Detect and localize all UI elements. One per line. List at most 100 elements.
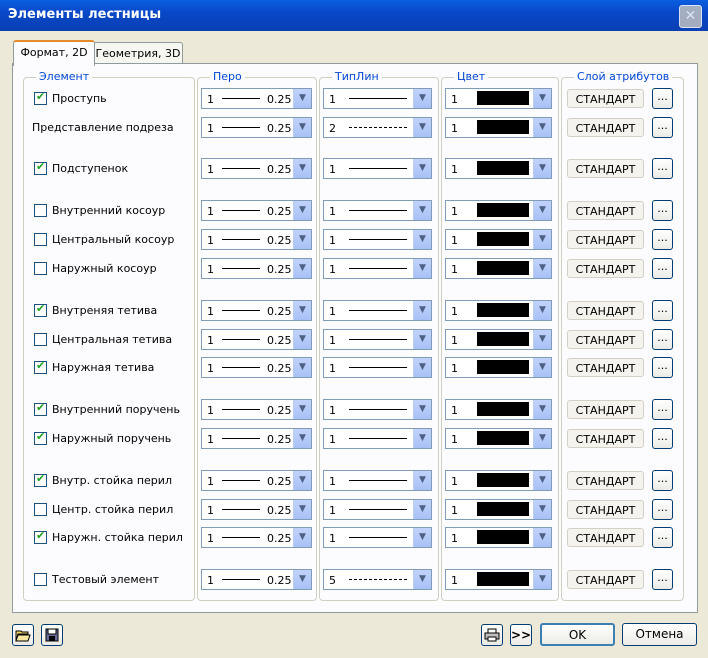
layer-button[interactable]: СТАНДАРТ (567, 570, 644, 589)
chevron-down-icon[interactable]: ▼ (293, 471, 311, 490)
linetype-select[interactable]: 5 ▼ (323, 569, 432, 590)
color-select[interactable]: 1 ▼ (445, 158, 552, 179)
element-checkbox[interactable] (34, 90, 47, 105)
pen-select[interactable]: 1 0.25 ▼ (201, 300, 312, 321)
browse-button[interactable]: ... (652, 357, 673, 378)
linetype-select[interactable]: 1 ▼ (323, 399, 432, 420)
linetype-select[interactable]: 1 ▼ (323, 470, 432, 491)
element-checkbox[interactable] (34, 160, 47, 175)
element-checkbox[interactable] (34, 302, 47, 317)
chevron-down-icon[interactable]: ▼ (533, 570, 551, 589)
pen-select[interactable]: 1 0.25 ▼ (201, 158, 312, 179)
linetype-select[interactable]: 1 ▼ (323, 527, 432, 548)
browse-button[interactable]: ... (652, 117, 673, 138)
chevron-down-icon[interactable]: ▼ (413, 301, 431, 320)
chevron-down-icon[interactable]: ▼ (533, 330, 551, 349)
chevron-down-icon[interactable]: ▼ (413, 570, 431, 589)
browse-button[interactable]: ... (652, 569, 673, 590)
element-checkbox[interactable] (34, 204, 47, 217)
chevron-down-icon[interactable]: ▼ (293, 118, 311, 137)
browse-button[interactable]: ... (652, 158, 673, 179)
linetype-select[interactable]: 1 ▼ (323, 428, 432, 449)
browse-button[interactable]: ... (652, 258, 673, 279)
layer-button[interactable]: СТАНДАРТ (567, 528, 644, 547)
color-select[interactable]: 1 ▼ (445, 329, 552, 350)
browse-button[interactable]: ... (652, 329, 673, 350)
color-select[interactable]: 1 ▼ (445, 357, 552, 378)
chevron-down-icon[interactable]: ▼ (293, 500, 311, 519)
browse-button[interactable]: ... (652, 499, 673, 520)
color-select[interactable]: 1 ▼ (445, 200, 552, 221)
element-checkbox[interactable] (34, 262, 47, 275)
linetype-select[interactable]: 1 ▼ (323, 88, 432, 109)
layer-button[interactable]: СТАНДАРТ (567, 230, 644, 249)
element-checkbox[interactable] (34, 472, 47, 487)
pen-select[interactable]: 1 0.25 ▼ (201, 200, 312, 221)
chevron-down-icon[interactable]: ▼ (413, 358, 431, 377)
chevron-down-icon[interactable]: ▼ (293, 400, 311, 419)
browse-button[interactable]: ... (652, 229, 673, 250)
layer-button[interactable]: СТАНДАРТ (567, 201, 644, 220)
chevron-down-icon[interactable]: ▼ (533, 528, 551, 547)
chevron-down-icon[interactable]: ▼ (533, 429, 551, 448)
layer-button[interactable]: СТАНДАРТ (567, 400, 644, 419)
browse-button[interactable]: ... (652, 399, 673, 420)
element-checkbox[interactable] (34, 573, 47, 586)
linetype-select[interactable]: 1 ▼ (323, 357, 432, 378)
layer-button[interactable]: СТАНДАРТ (567, 118, 644, 137)
tab-format-2d[interactable]: Формат, 2D (13, 40, 95, 66)
color-select[interactable]: 1 ▼ (445, 258, 552, 279)
layer-button[interactable]: СТАНДАРТ (567, 159, 644, 178)
chevron-down-icon[interactable]: ▼ (533, 118, 551, 137)
element-checkbox[interactable] (34, 430, 47, 445)
pen-select[interactable]: 1 0.25 ▼ (201, 229, 312, 250)
color-select[interactable]: 1 ▼ (445, 399, 552, 420)
linetype-select[interactable]: 1 ▼ (323, 229, 432, 250)
element-checkbox[interactable] (34, 503, 47, 516)
chevron-down-icon[interactable]: ▼ (533, 471, 551, 490)
pen-select[interactable]: 1 0.25 ▼ (201, 88, 312, 109)
chevron-down-icon[interactable]: ▼ (293, 201, 311, 220)
layer-button[interactable]: СТАНДАРТ (567, 259, 644, 278)
chevron-down-icon[interactable]: ▼ (413, 500, 431, 519)
element-checkbox[interactable] (34, 359, 47, 374)
browse-button[interactable]: ... (652, 88, 673, 109)
chevron-down-icon[interactable]: ▼ (293, 230, 311, 249)
tab-geometry-3d[interactable]: Геометрия, 3D (93, 42, 183, 65)
close-icon[interactable]: ✕ (679, 5, 702, 28)
printer-icon[interactable] (481, 624, 503, 646)
chevron-down-icon[interactable]: ▼ (413, 400, 431, 419)
pen-select[interactable]: 1 0.25 ▼ (201, 258, 312, 279)
element-checkbox[interactable] (34, 333, 47, 346)
browse-button[interactable]: ... (652, 300, 673, 321)
chevron-down-icon[interactable]: ▼ (533, 400, 551, 419)
chevron-down-icon[interactable]: ▼ (413, 118, 431, 137)
layer-button[interactable]: СТАНДАРТ (567, 330, 644, 349)
chevron-down-icon[interactable]: ▼ (533, 159, 551, 178)
color-select[interactable]: 1 ▼ (445, 88, 552, 109)
browse-button[interactable]: ... (652, 200, 673, 221)
chevron-down-icon[interactable]: ▼ (413, 230, 431, 249)
pen-select[interactable]: 1 0.25 ▼ (201, 399, 312, 420)
chevron-down-icon[interactable]: ▼ (293, 259, 311, 278)
pen-select[interactable]: 1 0.25 ▼ (201, 470, 312, 491)
layer-button[interactable]: СТАНДАРТ (567, 471, 644, 490)
chevron-down-icon[interactable]: ▼ (413, 159, 431, 178)
color-select[interactable]: 1 ▼ (445, 470, 552, 491)
save-disk-icon[interactable] (41, 624, 63, 646)
ok-button[interactable]: OK (540, 623, 615, 646)
chevron-down-icon[interactable]: ▼ (293, 159, 311, 178)
more-button[interactable]: >> (510, 624, 532, 646)
cancel-button[interactable]: Отмена (622, 623, 697, 646)
chevron-down-icon[interactable]: ▼ (413, 259, 431, 278)
color-select[interactable]: 1 ▼ (445, 499, 552, 520)
linetype-select[interactable]: 1 ▼ (323, 258, 432, 279)
pen-select[interactable]: 1 0.25 ▼ (201, 117, 312, 138)
browse-button[interactable]: ... (652, 428, 673, 449)
pen-select[interactable]: 1 0.25 ▼ (201, 329, 312, 350)
chevron-down-icon[interactable]: ▼ (413, 429, 431, 448)
chevron-down-icon[interactable]: ▼ (533, 301, 551, 320)
folder-open-icon[interactable] (12, 624, 34, 646)
chevron-down-icon[interactable]: ▼ (533, 259, 551, 278)
linetype-select[interactable]: 1 ▼ (323, 499, 432, 520)
